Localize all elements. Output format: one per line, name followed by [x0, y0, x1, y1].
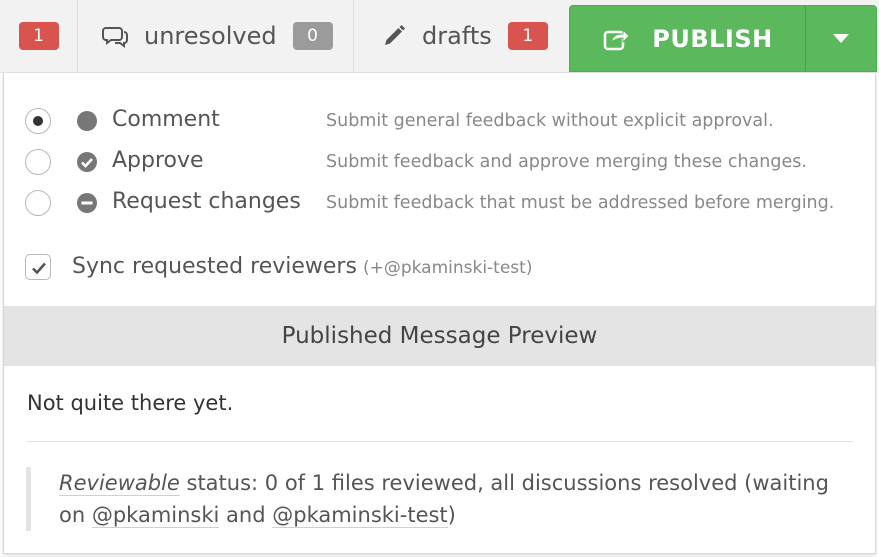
review-option-comment[interactable]: Comment Submit general feedback without …	[4, 101, 875, 141]
publish-dropdown-toggle[interactable]	[806, 6, 876, 71]
divider	[26, 441, 853, 442]
counter-badge: 1	[18, 22, 59, 50]
request-changes-description: Submit feedback that must be addressed b…	[326, 193, 835, 213]
review-option-approve[interactable]: Approve Submit feedback and approve merg…	[4, 142, 875, 182]
minus-circle-icon	[76, 192, 98, 214]
unresolved-label: unresolved	[144, 22, 277, 50]
sync-reviewers-extra: (+@pkaminski-test)	[362, 258, 533, 278]
checkmark-icon	[32, 262, 46, 275]
sync-reviewers-option[interactable]: Sync requested reviewers (+@pkaminski-tes…	[4, 249, 875, 285]
preview-header: Published Message Preview	[4, 306, 875, 366]
status-quote: Reviewable status: 0 of 1 files reviewed…	[26, 467, 853, 531]
publish-button[interactable]: PUBLISH	[570, 6, 806, 71]
sync-reviewers-label: Sync requested reviewers (+@pkaminski-tes…	[72, 254, 532, 279]
drafts-count-badge: 1	[507, 22, 548, 50]
review-toolbar: 1 unresolved 0 drafts 1 PUBLISH	[0, 0, 879, 73]
approve-label: Approve	[112, 148, 204, 173]
close-paren: )	[447, 503, 456, 527]
unresolved-filter[interactable]: unresolved 0	[78, 0, 354, 72]
preview-message: Not quite there yet.	[27, 391, 234, 415]
request-changes-label: Request changes	[112, 189, 301, 214]
approve-radio[interactable]	[25, 149, 51, 175]
check-circle-icon	[76, 151, 98, 173]
and-text: and	[219, 503, 273, 527]
sync-reviewers-checkbox[interactable]	[25, 254, 51, 280]
user-link-pkaminski[interactable]: @pkaminski	[91, 503, 220, 528]
user-link-pkaminski-test[interactable]: @pkaminski-test	[272, 503, 448, 528]
comment-description: Submit general feedback without explicit…	[326, 111, 774, 131]
review-option-request-changes[interactable]: Request changes Submit feedback that mus…	[4, 183, 875, 223]
comment-label: Comment	[112, 107, 220, 132]
sync-reviewers-text: Sync requested reviewers	[72, 254, 357, 279]
comment-radio[interactable]	[25, 108, 51, 134]
circle-icon	[76, 110, 98, 132]
approve-description: Submit feedback and approve merging thes…	[326, 152, 807, 172]
comments-icon	[102, 22, 130, 50]
request-changes-radio[interactable]	[25, 190, 51, 216]
drafts-filter[interactable]: drafts 1	[354, 0, 569, 72]
share-icon	[602, 25, 630, 53]
pencil-icon	[380, 22, 408, 50]
publish-options-panel: Comment Submit general feedback without …	[3, 73, 876, 554]
drafts-label: drafts	[422, 22, 492, 50]
reviewable-link[interactable]: Reviewable	[59, 471, 180, 496]
publish-label: PUBLISH	[652, 24, 773, 53]
unresolved-count-badge: 0	[292, 22, 333, 50]
publish-button-group: PUBLISH	[569, 5, 877, 72]
counter-segment[interactable]: 1	[0, 0, 78, 72]
caret-down-icon	[832, 29, 850, 48]
